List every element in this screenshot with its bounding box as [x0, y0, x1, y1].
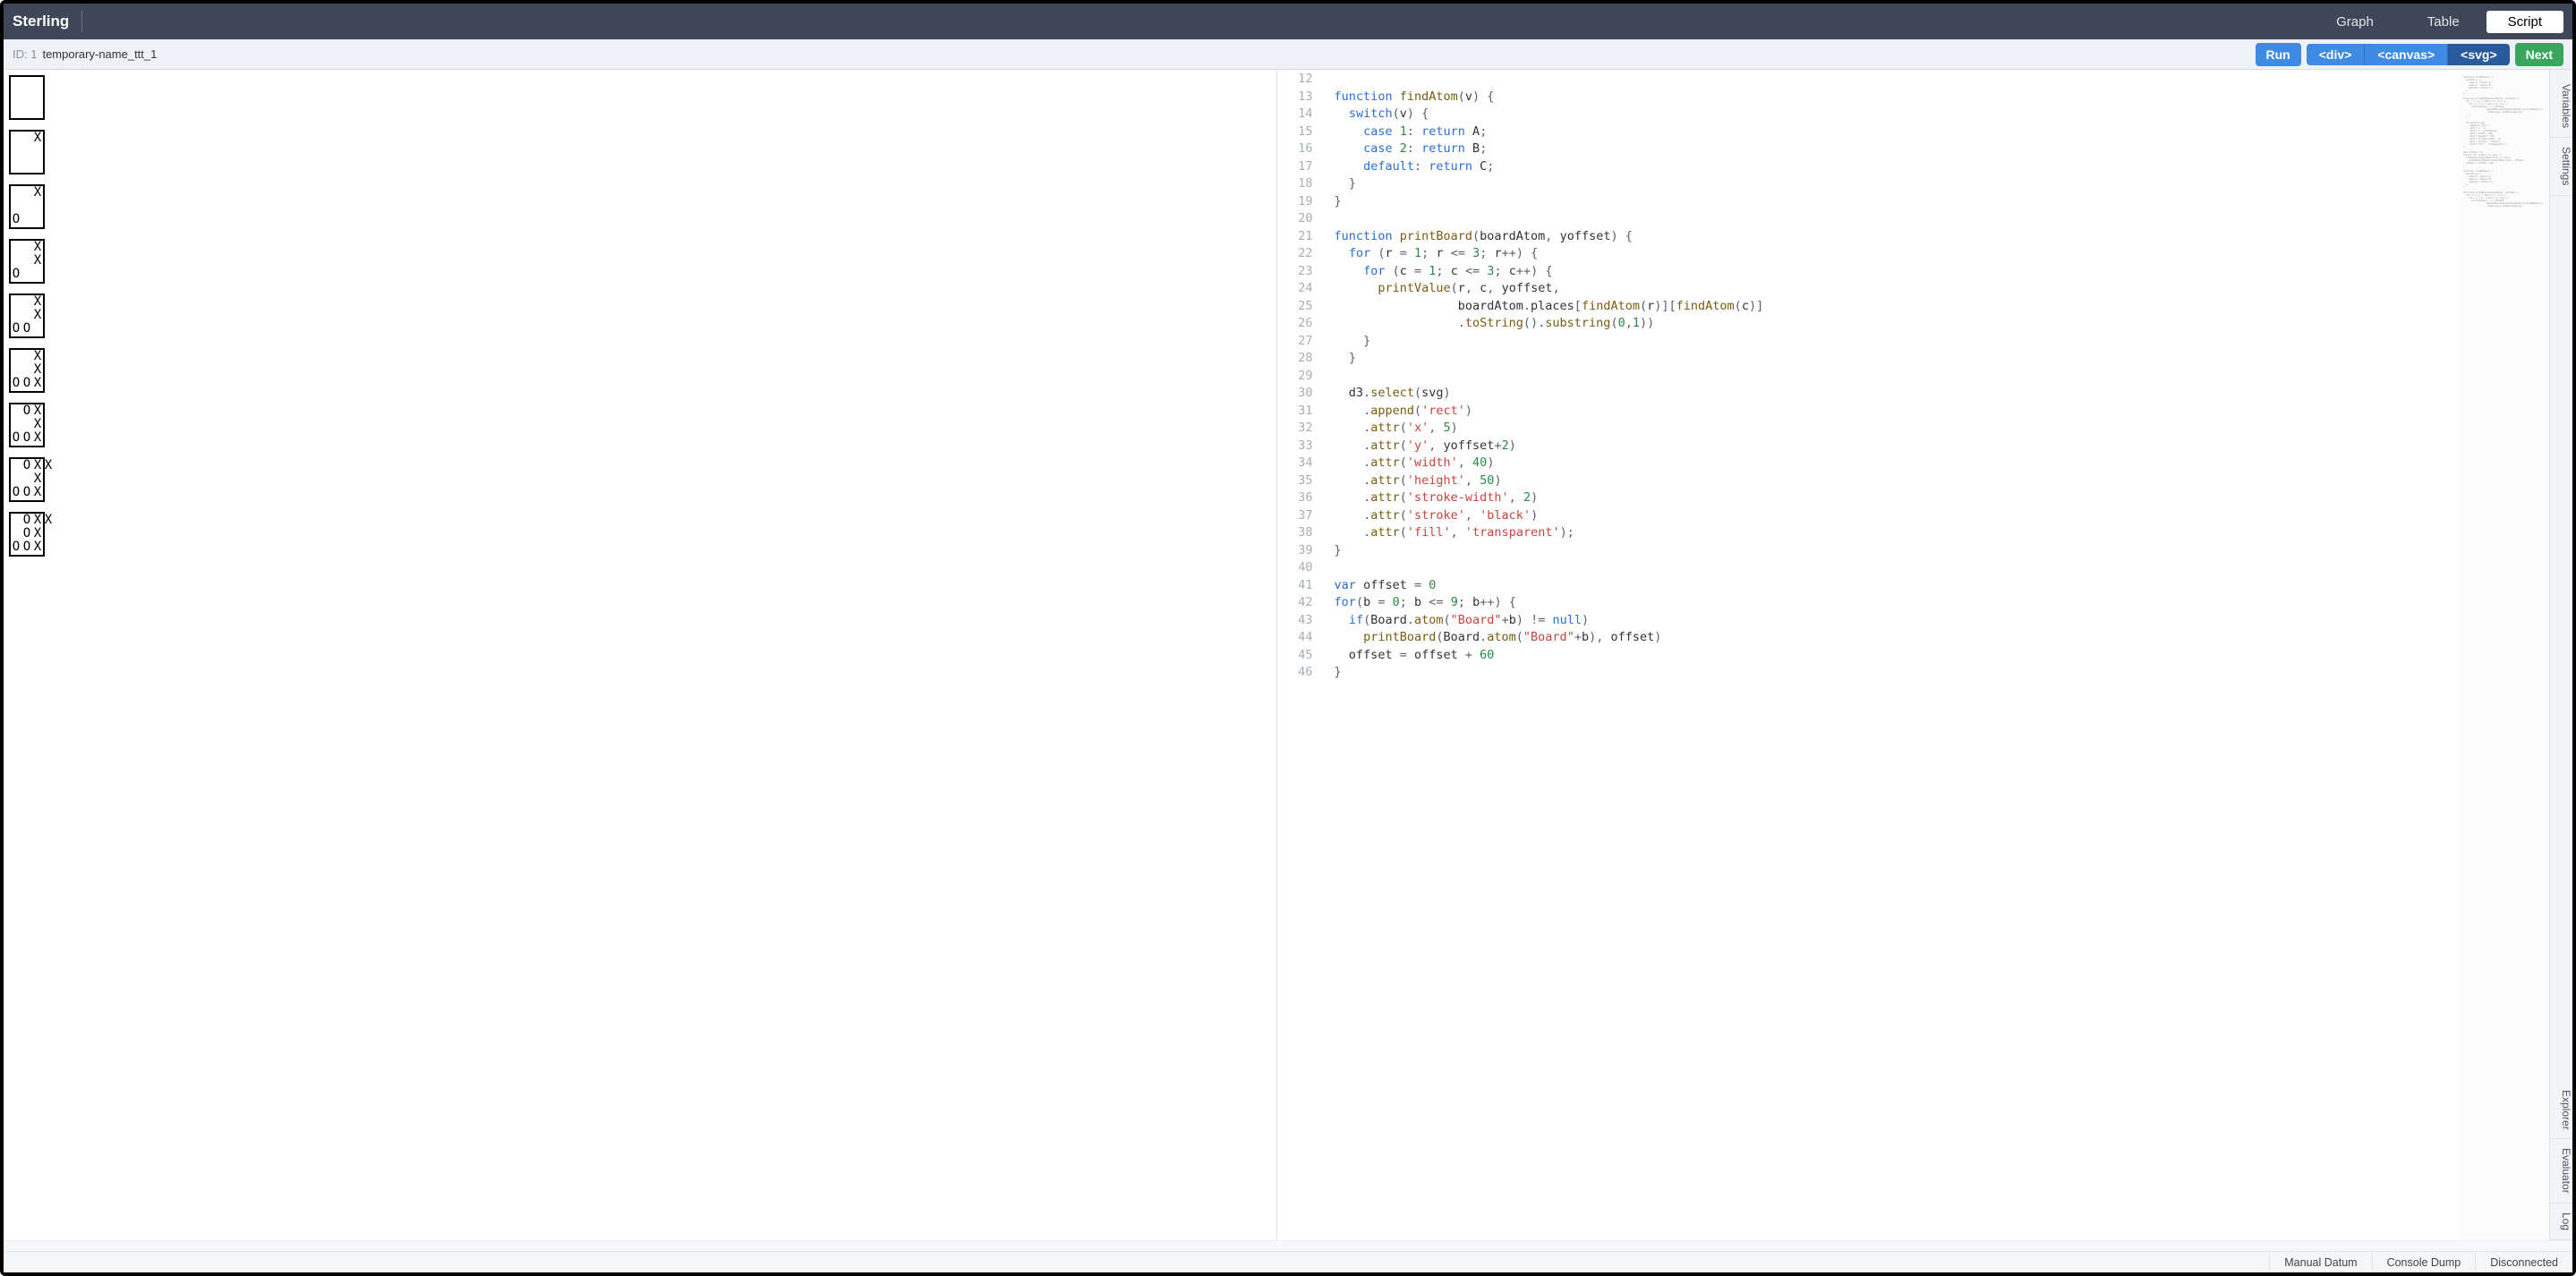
- code-content[interactable]: function findAtom(v) { switch(v) { case …: [1326, 70, 2460, 1240]
- board-cell: X: [32, 459, 43, 472]
- board-4: XXOO: [9, 293, 45, 338]
- board-cell: X: [32, 418, 43, 431]
- board-6: OXXOOX: [9, 403, 45, 447]
- visualization-pane[interactable]: XXOXXOXXOOXXOOXOXXOOXOXXXOOXOXXOXOOX: [4, 70, 1276, 1240]
- board-cell: X: [32, 404, 43, 418]
- board-cell: X: [32, 132, 43, 145]
- board-cell: X: [32, 431, 43, 445]
- board-cell: X: [32, 377, 43, 390]
- board-1: X: [9, 130, 45, 174]
- board-cell: O: [21, 540, 32, 554]
- board-cell: O: [21, 486, 32, 499]
- board-2: XO: [9, 184, 45, 229]
- run-button[interactable]: Run: [2256, 43, 2301, 66]
- board-cell: X: [32, 350, 43, 363]
- board-cell: O: [11, 213, 21, 226]
- status-manual-datum[interactable]: Manual Datum: [2269, 1252, 2371, 1272]
- board-cell: O: [21, 459, 32, 472]
- board-cell: X: [43, 514, 54, 527]
- sidetab-evaluator[interactable]: Evaluator: [2550, 1139, 2572, 1204]
- topbar: Sterling Graph Table Script: [4, 4, 2572, 39]
- board-cell: O: [11, 322, 21, 336]
- brand-title: Sterling: [13, 11, 82, 32]
- board-cell: X: [32, 514, 43, 527]
- mode-div-button[interactable]: <div>: [2307, 44, 2366, 65]
- board-cell: X: [32, 241, 43, 254]
- output-mode-group: <div> <canvas> <svg>: [2307, 44, 2510, 65]
- board-cell: X: [43, 459, 54, 472]
- mode-canvas-button[interactable]: <canvas>: [2365, 44, 2448, 65]
- status-console-dump[interactable]: Console Dump: [2372, 1252, 2476, 1272]
- board-3: XXO: [9, 239, 45, 284]
- board-8: OXXOXOOX: [9, 512, 45, 557]
- tab-table[interactable]: Table: [2401, 7, 2486, 37]
- board-cell: O: [11, 377, 21, 390]
- board-cell: O: [11, 268, 21, 281]
- board-cell: O: [21, 322, 32, 336]
- board-5: XXOOX: [9, 348, 45, 393]
- board-cell: X: [32, 254, 43, 268]
- editor-pane: 12 13 14 15 16 17 18 19 20 21 22 23 24 2…: [1277, 70, 2549, 1240]
- board-cell: X: [32, 309, 43, 322]
- board-cell: O: [21, 527, 32, 540]
- board-cell: O: [21, 431, 32, 445]
- code-editor[interactable]: 12 13 14 15 16 17 18 19 20 21 22 23 24 2…: [1277, 70, 2549, 1240]
- board-cell: O: [11, 431, 21, 445]
- tab-script[interactable]: Script: [2486, 11, 2563, 33]
- horizontal-scrollbar[interactable]: [4, 1240, 2572, 1251]
- board-cell: X: [32, 472, 43, 486]
- board-cell: X: [32, 186, 43, 200]
- tab-graph[interactable]: Graph: [2309, 7, 2401, 37]
- sidetab-log[interactable]: Log: [2550, 1204, 2572, 1240]
- minimap[interactable]: function findAtom(v) { switch(v) { case …: [2460, 70, 2549, 1240]
- board-7: OXXXOOX: [9, 457, 45, 502]
- instance-id-label: ID: 1: [13, 47, 37, 61]
- instance-name: temporary-name_ttt_1: [42, 47, 157, 61]
- board-cell: O: [11, 540, 21, 554]
- board-cell: O: [21, 377, 32, 390]
- next-button[interactable]: Next: [2515, 43, 2563, 66]
- board-cell: O: [21, 514, 32, 527]
- status-connection[interactable]: Disconnected: [2475, 1252, 2572, 1272]
- board-cell: X: [32, 540, 43, 554]
- sidetab-variables[interactable]: Variables: [2550, 75, 2572, 138]
- board-cell: O: [21, 404, 32, 418]
- main: XXOXXOXXOOXXOOXOXXOOXOXXXOOXOXXOXOOX 12 …: [4, 70, 2572, 1240]
- board-cell: X: [32, 363, 43, 377]
- board-cell: O: [11, 486, 21, 499]
- board-0: [9, 75, 45, 120]
- line-gutter: 12 13 14 15 16 17 18 19 20 21 22 23 24 2…: [1277, 70, 1326, 1240]
- board-cell: X: [32, 527, 43, 540]
- board-cell: X: [32, 295, 43, 309]
- sidetab-explorer[interactable]: Explorer: [2550, 1081, 2572, 1140]
- statusbar: Manual Datum Console Dump Disconnected: [4, 1251, 2572, 1272]
- sidetab-settings[interactable]: Settings: [2550, 138, 2572, 195]
- subbar: ID: 1 temporary-name_ttt_1 Run <div> <ca…: [4, 39, 2572, 70]
- mode-svg-button[interactable]: <svg>: [2448, 44, 2509, 65]
- right-sidebar: Variables Settings Explorer Evaluator Lo…: [2549, 70, 2572, 1240]
- board-cell: X: [32, 486, 43, 499]
